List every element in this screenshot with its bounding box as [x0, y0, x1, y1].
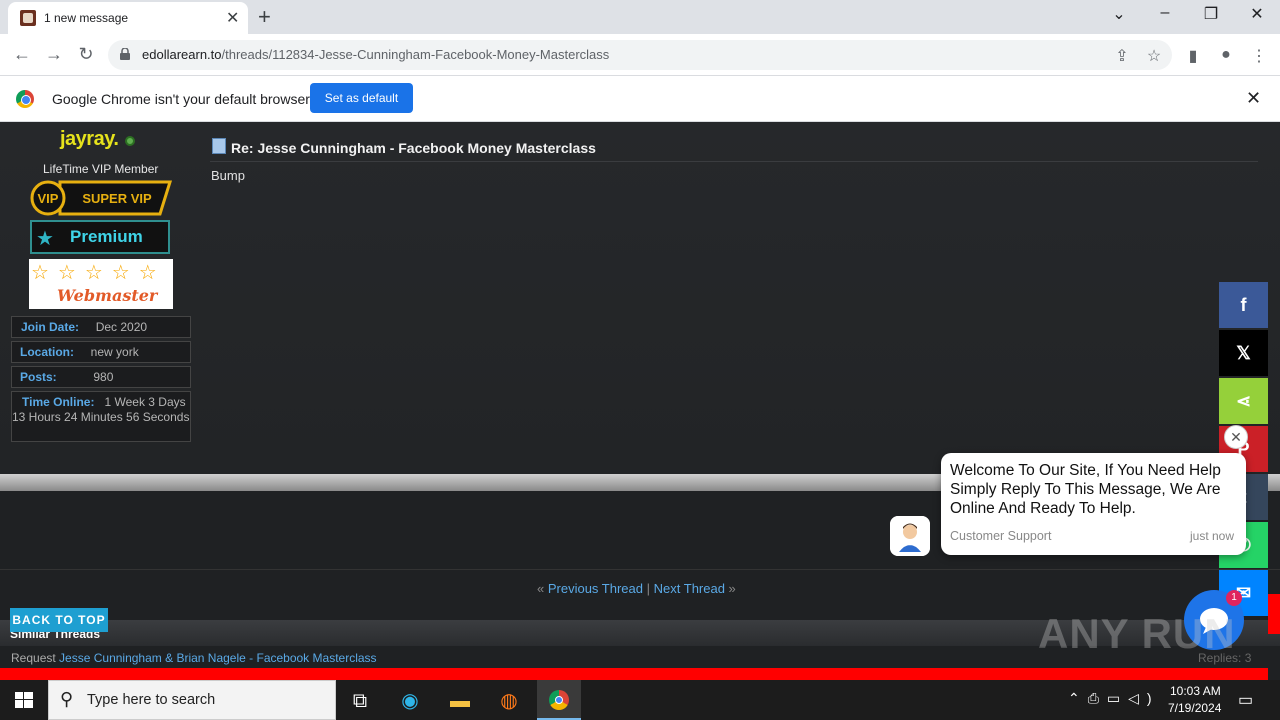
tab-search-icon[interactable]: ⌄ [1096, 4, 1142, 24]
tab-title: 1 new message [44, 11, 129, 25]
set-default-button[interactable]: Set as default [310, 83, 413, 113]
post-container [0, 122, 1280, 474]
stat-value: new york [90, 345, 139, 359]
stat-label: Time Online: [22, 395, 95, 409]
chat-time: just now [1190, 529, 1235, 543]
windows-start-icon[interactable] [0, 680, 48, 720]
nav-separator: | [646, 581, 651, 596]
previous-thread-link[interactable]: Previous Thread [548, 581, 643, 596]
unread-count-badge: 1 [1226, 590, 1242, 606]
url-domain: edollarearn.to [142, 47, 222, 62]
clock-date[interactable]: 7/19/2024 [1168, 701, 1221, 715]
back-icon[interactable]: ← [10, 44, 34, 65]
browser-tab[interactable]: 1 new message ✕ [8, 2, 248, 34]
premium-label: Premium [70, 227, 143, 246]
chat-sender: Customer Support [950, 529, 1052, 543]
stat-join-date: Join Date: Dec 2020 [11, 316, 191, 338]
notification-icon[interactable]: ▭ [1238, 690, 1253, 710]
post-document-icon [212, 138, 226, 154]
infobar-message: Google Chrome isn't your default browser [52, 91, 310, 107]
super-vip-badge: VIP SUPER VIP [30, 180, 172, 216]
thread-prefix: Request [11, 651, 56, 665]
taskbar-search-placeholder: Type here to search [87, 692, 216, 708]
firefox-icon[interactable]: ◍ [489, 684, 529, 718]
thread-navigation: « Previous Thread | Next Thread » [537, 581, 736, 596]
star-icon: ★ [36, 228, 54, 250]
share-icon[interactable]: ⋖ [1219, 378, 1268, 424]
webmaster-label: Webmaster [57, 286, 158, 305]
url-text[interactable]: edollarearn.to/threads/112834-Jesse-Cunn… [142, 47, 609, 62]
system-tray-icons[interactable]: ⌃⎙▭◁) [1068, 690, 1160, 707]
stat-time-online: Time Online: 1 Week 3 Days 13 Hours 24 M… [11, 391, 191, 442]
stat-label: Location: [20, 345, 74, 359]
webmaster-stars-icon: ☆☆☆☆☆ [31, 262, 166, 284]
post-author-name[interactable]: jayray. [60, 128, 119, 151]
infobar-close-icon[interactable]: ✕ [1246, 88, 1261, 109]
facebook-icon[interactable]: f [1219, 282, 1268, 328]
restore-icon[interactable]: ❐ [1188, 4, 1234, 24]
url-path: /threads/112834-Jesse-Cunningham-Faceboo… [221, 47, 610, 62]
tab-favicon-icon [20, 10, 36, 26]
support-avatar-icon [890, 516, 930, 556]
reload-icon[interactable]: ↻ [74, 44, 98, 65]
chat-close-icon[interactable]: ✕ [1224, 425, 1248, 449]
stat-value: 980 [93, 370, 114, 384]
tab-close-icon[interactable]: ✕ [226, 8, 239, 28]
title-divider [210, 161, 1258, 162]
search-icon: ⚲ [60, 689, 74, 709]
chrome-taskbar-button[interactable] [537, 680, 581, 720]
task-view-icon[interactable]: ⧉ [340, 684, 380, 718]
red-banner-strip [0, 668, 1268, 680]
edge-icon[interactable]: ◉ [390, 684, 430, 718]
file-explorer-icon[interactable]: ▬ [440, 684, 480, 718]
clock-time[interactable]: 10:03 AM [1170, 684, 1221, 698]
side-panel-icon[interactable]: ▮ [1182, 46, 1204, 66]
minimize-icon[interactable]: – [1142, 4, 1188, 22]
forward-icon[interactable]: → [42, 44, 66, 65]
stat-label: Join Date: [21, 320, 80, 334]
window-close-icon[interactable]: ✕ [1234, 4, 1280, 24]
chrome-logo-icon [16, 90, 34, 108]
stat-label: Posts: [20, 370, 57, 384]
stat-value: Dec 2020 [95, 320, 148, 334]
similar-thread-row: Request Jesse Cunningham & Brian Nagele … [11, 651, 377, 665]
lock-icon [120, 48, 130, 60]
next-thread-link[interactable]: Next Thread [654, 581, 725, 596]
user-title: LifeTime VIP Member [43, 162, 159, 176]
red-side-strip [1268, 594, 1280, 634]
post-title: Re: Jesse Cunningham - Facebook Money Ma… [231, 140, 596, 156]
share-page-icon[interactable]: ⇪ [1111, 46, 1133, 66]
back-to-top-button[interactable]: BACK TO TOP [10, 608, 108, 632]
menu-icon[interactable]: ⋮ [1248, 46, 1270, 66]
anyrun-watermark: ANY RUN [1038, 610, 1236, 657]
super-vip-label: SUPER VIP [82, 191, 152, 206]
chat-message-text: Welcome To Our Site, If You Need Help Si… [950, 462, 1221, 517]
vip-label: VIP [38, 191, 59, 206]
stat-location: Location: new york [11, 341, 191, 363]
profile-icon[interactable]: ● [1215, 46, 1237, 64]
chrome-icon [549, 690, 569, 710]
post-body: Bump [211, 168, 245, 183]
x-icon[interactable]: 𝕏 [1219, 330, 1268, 376]
online-status-icon [125, 136, 135, 146]
new-tab-icon[interactable]: + [258, 4, 271, 30]
similar-thread-link[interactable]: Jesse Cunningham & Brian Nagele - Facebo… [59, 651, 376, 665]
bookmark-star-icon[interactable]: ☆ [1143, 46, 1165, 66]
stat-posts: Posts: 980 [11, 366, 191, 388]
